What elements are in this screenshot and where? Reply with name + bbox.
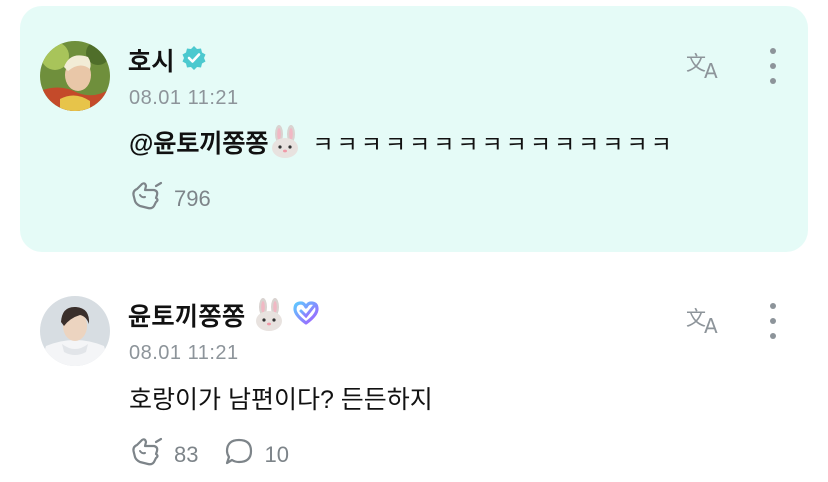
speech-bubble-icon (224, 437, 254, 473)
translate-icon[interactable]: 文 A (686, 303, 726, 338)
timestamp: 08.01 11:21 (129, 87, 239, 109)
like-button[interactable]: 83 (130, 437, 198, 473)
comment-text: 호랑이가 남편이다? 든든하지 (129, 380, 433, 416)
timestamp: 08.01 11:21 (129, 342, 239, 364)
svg-text:文: 文 (686, 51, 706, 75)
author-name[interactable]: 윤토끼쫑쫑 (128, 297, 246, 333)
verified-check-icon (181, 45, 207, 76)
author-row: 호시 (128, 42, 207, 78)
avatar[interactable] (40, 296, 110, 366)
mention-link[interactable]: @윤토끼쫑쫑 (129, 124, 268, 160)
like-icon (130, 437, 164, 473)
comment-body: 호랑이가 남편이다? 든든하지 (129, 386, 433, 414)
comment-body: ㅋㅋㅋㅋㅋㅋㅋㅋㅋㅋㅋㅋㅋㅋㅋ (312, 131, 675, 157)
comment-actions: 796 (130, 181, 211, 217)
comment-actions: 83 10 (130, 437, 289, 473)
like-count: 83 (174, 442, 199, 467)
svg-text:A: A (704, 314, 718, 337)
rabbit-emoji-icon (252, 298, 286, 332)
rabbit-emoji-icon (268, 125, 302, 159)
author-row: 윤토끼쫑쫑 (128, 297, 320, 333)
avatar[interactable] (40, 41, 110, 111)
avatar-image (40, 296, 110, 366)
svg-text:文: 文 (686, 306, 706, 330)
reply-count: 10 (264, 442, 289, 467)
like-button[interactable]: 796 (130, 181, 211, 217)
heart-membership-icon (292, 300, 320, 331)
reply-button[interactable]: 10 (224, 437, 289, 473)
comment-text: @윤토끼쫑쫑 ㅋㅋㅋㅋㅋㅋㅋㅋㅋㅋㅋㅋㅋㅋㅋ (129, 124, 675, 160)
more-options-icon[interactable] (767, 48, 779, 84)
more-options-icon[interactable] (767, 303, 779, 339)
avatar-image (40, 41, 110, 111)
like-icon (130, 181, 164, 217)
like-count: 796 (174, 186, 211, 211)
translate-icon[interactable]: 文 A (686, 48, 726, 83)
author-name[interactable]: 호시 (128, 42, 175, 78)
svg-text:A: A (704, 59, 718, 82)
